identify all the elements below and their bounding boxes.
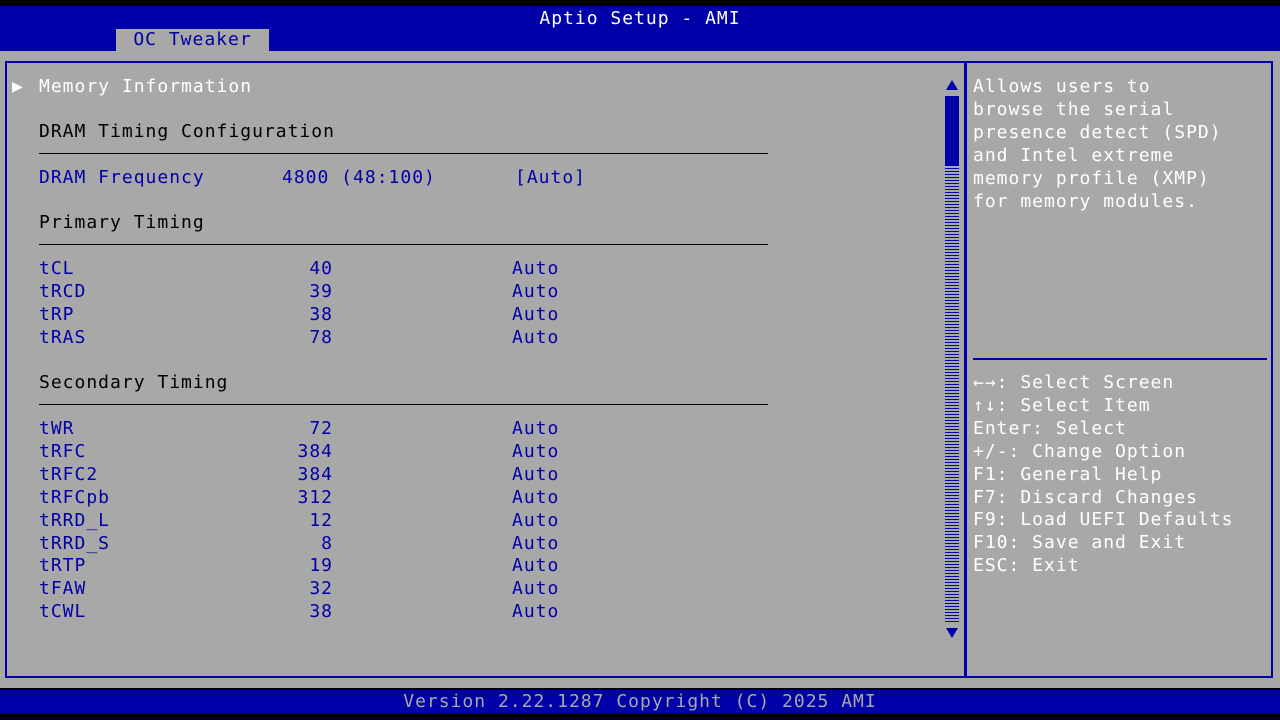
dram-frequency-setting[interactable]: [Auto]: [515, 166, 586, 189]
timing-name[interactable]: tRRD_S: [39, 532, 110, 555]
timing-value: 312: [297, 486, 333, 508]
timing-setting[interactable]: Auto: [512, 577, 559, 600]
section-rule: [39, 153, 768, 154]
version-text: Version 2.22.1287 Copyright (C) 2025 AMI: [403, 691, 877, 712]
timing-value: 72: [309, 418, 333, 439]
scroll-up-arrow-icon[interactable]: [946, 80, 958, 90]
key-hint: ←→: Select Screen: [973, 372, 1175, 393]
timing-setting[interactable]: Auto: [512, 554, 559, 577]
timing-name[interactable]: tRFC: [39, 440, 86, 463]
key-hint: F9: Load UEFI Defaults: [973, 509, 1234, 531]
section-rule: [39, 404, 768, 405]
help-text-line: presence detect (SPD): [973, 122, 1222, 143]
help-text-line: Allows users to: [973, 76, 1151, 97]
timing-name[interactable]: tRFC2: [39, 463, 98, 486]
help-text-line: browse the serial: [973, 99, 1175, 120]
timing-setting[interactable]: Auto: [512, 417, 559, 440]
timing-name[interactable]: tCWL: [39, 600, 86, 623]
timing-value: 12: [309, 509, 333, 531]
primary-timing-heading: Primary Timing: [39, 212, 205, 233]
timing-value: 38: [309, 601, 333, 623]
timing-value: 39: [309, 280, 333, 302]
timing-name[interactable]: tRFCpb: [39, 486, 110, 509]
key-hint: Enter: Select: [973, 417, 1127, 439]
timing-name[interactable]: tRTP: [39, 554, 86, 577]
help-text-line: and Intel extreme: [973, 145, 1175, 166]
memory-information-item[interactable]: Memory Information: [39, 75, 252, 98]
timing-setting[interactable]: Auto: [512, 257, 559, 280]
dram-timing-heading: DRAM Timing Configuration: [39, 121, 335, 142]
tab-oc-tweaker[interactable]: OC Tweaker: [116, 29, 269, 51]
secondary-timing-heading: Secondary Timing: [39, 372, 229, 393]
key-hint: ↑↓: Select Item: [973, 394, 1151, 416]
section-rule: [39, 244, 768, 245]
scrollbar-track[interactable]: [945, 96, 959, 623]
timing-setting[interactable]: Auto: [512, 303, 559, 326]
timing-name[interactable]: tFAW: [39, 577, 86, 600]
key-hint: F1: General Help: [973, 463, 1163, 485]
timing-setting[interactable]: Auto: [512, 600, 559, 623]
key-hint: F7: Discard Changes: [973, 486, 1198, 508]
scroll-down-arrow-icon[interactable]: [946, 628, 958, 638]
key-hint: ESC: Exit: [973, 555, 1080, 577]
help-text-line: memory profile (XMP): [973, 168, 1210, 189]
submenu-arrow-icon: ▶: [12, 76, 24, 97]
timing-setting[interactable]: Auto: [512, 532, 559, 555]
timing-value: 19: [309, 555, 333, 577]
help-separator: [973, 358, 1267, 360]
dram-frequency-value: 4800 (48:100): [282, 167, 436, 188]
help-divider: [964, 61, 967, 678]
dram-frequency-label[interactable]: DRAM Frequency: [39, 166, 205, 189]
key-hint: F10: Save and Exit: [973, 532, 1187, 554]
key-hint: +/-: Change Option: [973, 440, 1187, 462]
timing-value: 32: [309, 578, 333, 600]
timing-setting[interactable]: Auto: [512, 326, 559, 349]
scrollbar-thumb[interactable]: [945, 96, 959, 166]
help-text-line: for memory modules.: [973, 191, 1198, 212]
app-title: Aptio Setup - AMI: [539, 8, 741, 29]
timing-setting[interactable]: Auto: [512, 463, 559, 486]
timing-value: 78: [309, 326, 333, 348]
timing-name[interactable]: tWR: [39, 417, 75, 440]
timing-value: 40: [309, 258, 333, 279]
timing-name[interactable]: tRCD: [39, 280, 86, 303]
timing-setting[interactable]: Auto: [512, 509, 559, 532]
timing-value: 384: [297, 463, 333, 485]
timing-setting[interactable]: Auto: [512, 486, 559, 509]
timing-name[interactable]: tRAS: [39, 326, 86, 349]
timing-name[interactable]: tRP: [39, 303, 75, 326]
timing-name[interactable]: tCL: [39, 257, 75, 280]
timing-value: 8: [321, 532, 333, 554]
timing-setting[interactable]: Auto: [512, 440, 559, 463]
timing-setting[interactable]: Auto: [512, 280, 559, 303]
timing-name[interactable]: tRRD_L: [39, 509, 110, 532]
timing-value: 384: [297, 440, 333, 462]
timing-value: 38: [309, 303, 333, 325]
